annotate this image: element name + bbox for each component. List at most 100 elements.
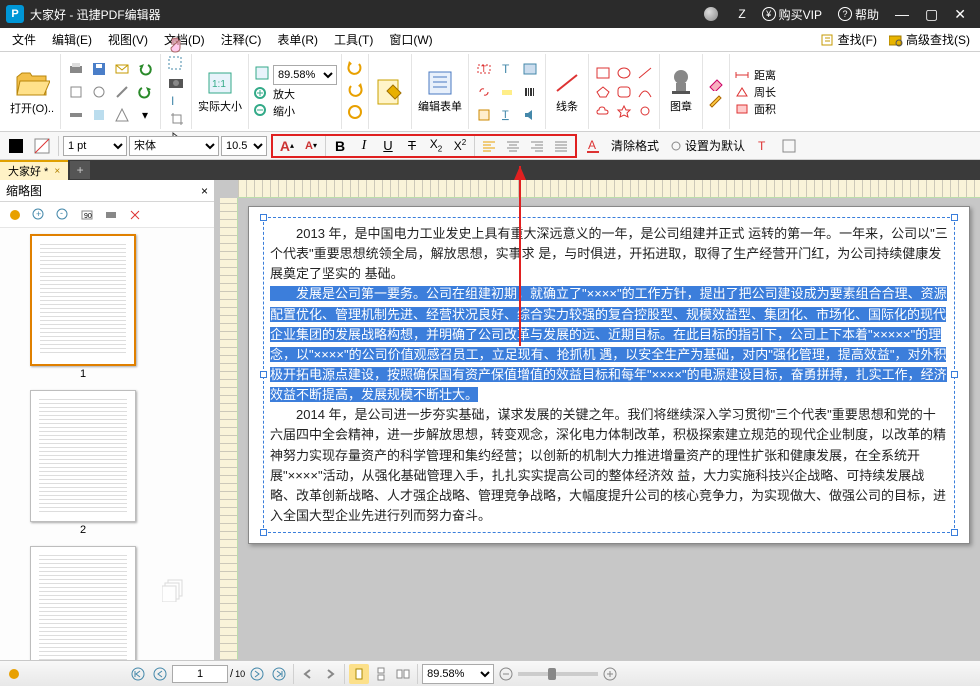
stamp-button[interactable]: 图章 bbox=[664, 67, 698, 116]
text-select-tool[interactable]: I bbox=[169, 92, 187, 110]
shape-gear[interactable] bbox=[635, 102, 655, 120]
document-tab[interactable]: 大家好 *× bbox=[0, 160, 68, 180]
globe-icon[interactable] bbox=[696, 0, 730, 28]
rotate-180-icon[interactable] bbox=[346, 103, 364, 124]
text-underline-icon[interactable]: T bbox=[496, 104, 518, 126]
rotate-ccw-icon[interactable] bbox=[346, 59, 364, 80]
minimize-button[interactable]: — bbox=[887, 0, 917, 28]
align-left-button[interactable] bbox=[477, 135, 501, 157]
menu-tools[interactable]: 工具(T) bbox=[326, 29, 381, 51]
help-button[interactable]: ?帮助 bbox=[830, 0, 887, 28]
more-format-icon[interactable] bbox=[777, 135, 801, 157]
sound-icon[interactable] bbox=[519, 104, 541, 126]
facing-view[interactable] bbox=[393, 664, 413, 684]
status-options-icon[interactable] bbox=[4, 664, 24, 684]
zoom-in-button[interactable]: 放大 bbox=[253, 86, 295, 102]
zoom-select[interactable]: 89.58% bbox=[273, 65, 337, 85]
status-zoom-select[interactable]: 89.58% bbox=[422, 664, 494, 684]
undo-icon[interactable] bbox=[134, 58, 156, 80]
actual-size-button[interactable]: 1:1 实际大小 bbox=[196, 67, 244, 116]
select-tool[interactable] bbox=[167, 55, 185, 73]
next-page-button[interactable] bbox=[247, 664, 267, 684]
font-size-select[interactable]: 10.5 p bbox=[221, 136, 267, 156]
set-default-button[interactable]: 设置为默认 bbox=[665, 135, 749, 157]
text-icon[interactable]: T bbox=[496, 58, 518, 80]
tool-icon-4[interactable] bbox=[65, 104, 87, 126]
tab-close-icon[interactable]: × bbox=[54, 166, 60, 177]
pencil-icon[interactable] bbox=[707, 92, 725, 108]
pdf-page[interactable]: 2013 年，是中国电力工业发史上具有重大深远意义的一年，是公司组建并正式 运转… bbox=[248, 206, 970, 544]
increase-font-button[interactable]: A▴ bbox=[275, 135, 299, 157]
status-zoom-in[interactable] bbox=[600, 664, 620, 684]
eraser-icon[interactable] bbox=[707, 75, 725, 91]
continuous-view[interactable] bbox=[371, 664, 391, 684]
redo-icon[interactable] bbox=[134, 81, 156, 103]
adv-find-button[interactable]: 高级查找(S) bbox=[883, 31, 976, 48]
find-button[interactable]: 查找(F) bbox=[815, 31, 883, 48]
thumbnail-page-3[interactable]: 3 bbox=[30, 546, 136, 660]
menu-file[interactable]: 文件 bbox=[4, 29, 44, 51]
decrease-font-button[interactable]: A▾ bbox=[299, 135, 323, 157]
stroke-width-select[interactable]: 1 pt bbox=[63, 136, 127, 156]
zoom-slider[interactable] bbox=[518, 672, 598, 676]
italic-button[interactable]: I bbox=[352, 135, 376, 157]
font-color-button[interactable]: A bbox=[581, 135, 605, 157]
align-justify-button[interactable] bbox=[549, 135, 573, 157]
shape-rect[interactable] bbox=[593, 64, 613, 82]
subscript-button[interactable]: X2 bbox=[424, 135, 448, 157]
line-button[interactable]: 线条 bbox=[550, 67, 584, 116]
note-icon[interactable] bbox=[473, 104, 495, 126]
strikethrough-button[interactable]: T bbox=[400, 135, 424, 157]
thumb-zoom-out-icon[interactable]: - bbox=[52, 204, 74, 226]
shape-star[interactable] bbox=[614, 102, 634, 120]
thumb-delete-icon[interactable] bbox=[124, 204, 146, 226]
thumbnails-list[interactable]: 1 2 3 bbox=[0, 228, 214, 660]
save-icon[interactable] bbox=[88, 58, 110, 80]
print-icon[interactable] bbox=[65, 58, 87, 80]
single-page-view[interactable] bbox=[349, 664, 369, 684]
tool-icon-5[interactable] bbox=[88, 104, 110, 126]
page-number-input[interactable] bbox=[172, 665, 228, 683]
menu-form[interactable]: 表单(R) bbox=[269, 29, 326, 51]
edit-content-button[interactable] bbox=[373, 75, 407, 109]
tool-icon-2[interactable] bbox=[88, 81, 110, 103]
thumbnail-page-2[interactable]: 2 bbox=[30, 390, 136, 536]
text-edit-frame[interactable]: 2013 年，是中国电力工业发史上具有重大深远意义的一年，是公司组建并正式 运转… bbox=[263, 217, 955, 533]
font-select[interactable]: 宋体 bbox=[129, 136, 219, 156]
bold-button[interactable]: B bbox=[328, 135, 352, 157]
close-button[interactable]: ✕ bbox=[946, 0, 974, 28]
panel-close-icon[interactable]: × bbox=[201, 184, 208, 198]
align-right-button[interactable] bbox=[525, 135, 549, 157]
open-button[interactable]: 打开(O).. bbox=[8, 65, 56, 118]
add-tab-button[interactable]: + bbox=[70, 161, 90, 179]
shape-polygon[interactable] bbox=[593, 83, 613, 101]
fit-width-icon[interactable] bbox=[253, 64, 271, 85]
shape-cloud[interactable] bbox=[593, 102, 613, 120]
edit-form-button[interactable]: 编辑表单 bbox=[416, 67, 464, 116]
document-scroll[interactable]: 2013 年，是中国电力工业发史上具有重大深远意义的一年，是公司组建并正式 运转… bbox=[220, 198, 980, 660]
perimeter-button[interactable]: 周长 bbox=[734, 84, 776, 100]
underline-button[interactable]: U bbox=[376, 135, 400, 157]
menu-comment[interactable]: 注释(C) bbox=[213, 29, 270, 51]
shape-curve[interactable] bbox=[635, 83, 655, 101]
align-center-button[interactable] bbox=[501, 135, 525, 157]
tool-icon-7[interactable]: ▾ bbox=[134, 104, 156, 126]
rotate-cw-icon[interactable] bbox=[346, 81, 364, 102]
stroke-color-button[interactable] bbox=[4, 135, 28, 157]
image-icon[interactable] bbox=[519, 58, 541, 80]
tool-icon-6[interactable] bbox=[111, 104, 133, 126]
distance-button[interactable]: 距离 bbox=[734, 67, 776, 83]
prev-page-button[interactable] bbox=[150, 664, 170, 684]
email-icon[interactable] bbox=[111, 58, 133, 80]
menu-view[interactable]: 视图(V) bbox=[100, 29, 156, 51]
link-icon[interactable] bbox=[473, 81, 495, 103]
clear-format-button[interactable]: 清除格式 bbox=[607, 135, 663, 157]
snapshot-tool[interactable] bbox=[167, 74, 185, 92]
text-tool-icon[interactable]: T bbox=[751, 135, 775, 157]
area-button[interactable]: 面积 bbox=[734, 101, 776, 117]
status-zoom-out[interactable] bbox=[496, 664, 516, 684]
buy-vip-button[interactable]: ¥购买VIP bbox=[754, 0, 830, 28]
shape-ellipse[interactable] bbox=[614, 64, 634, 82]
document-text[interactable]: 2013 年，是中国电力工业发史上具有重大深远意义的一年，是公司组建并正式 运转… bbox=[270, 224, 948, 526]
last-page-button[interactable] bbox=[269, 664, 289, 684]
